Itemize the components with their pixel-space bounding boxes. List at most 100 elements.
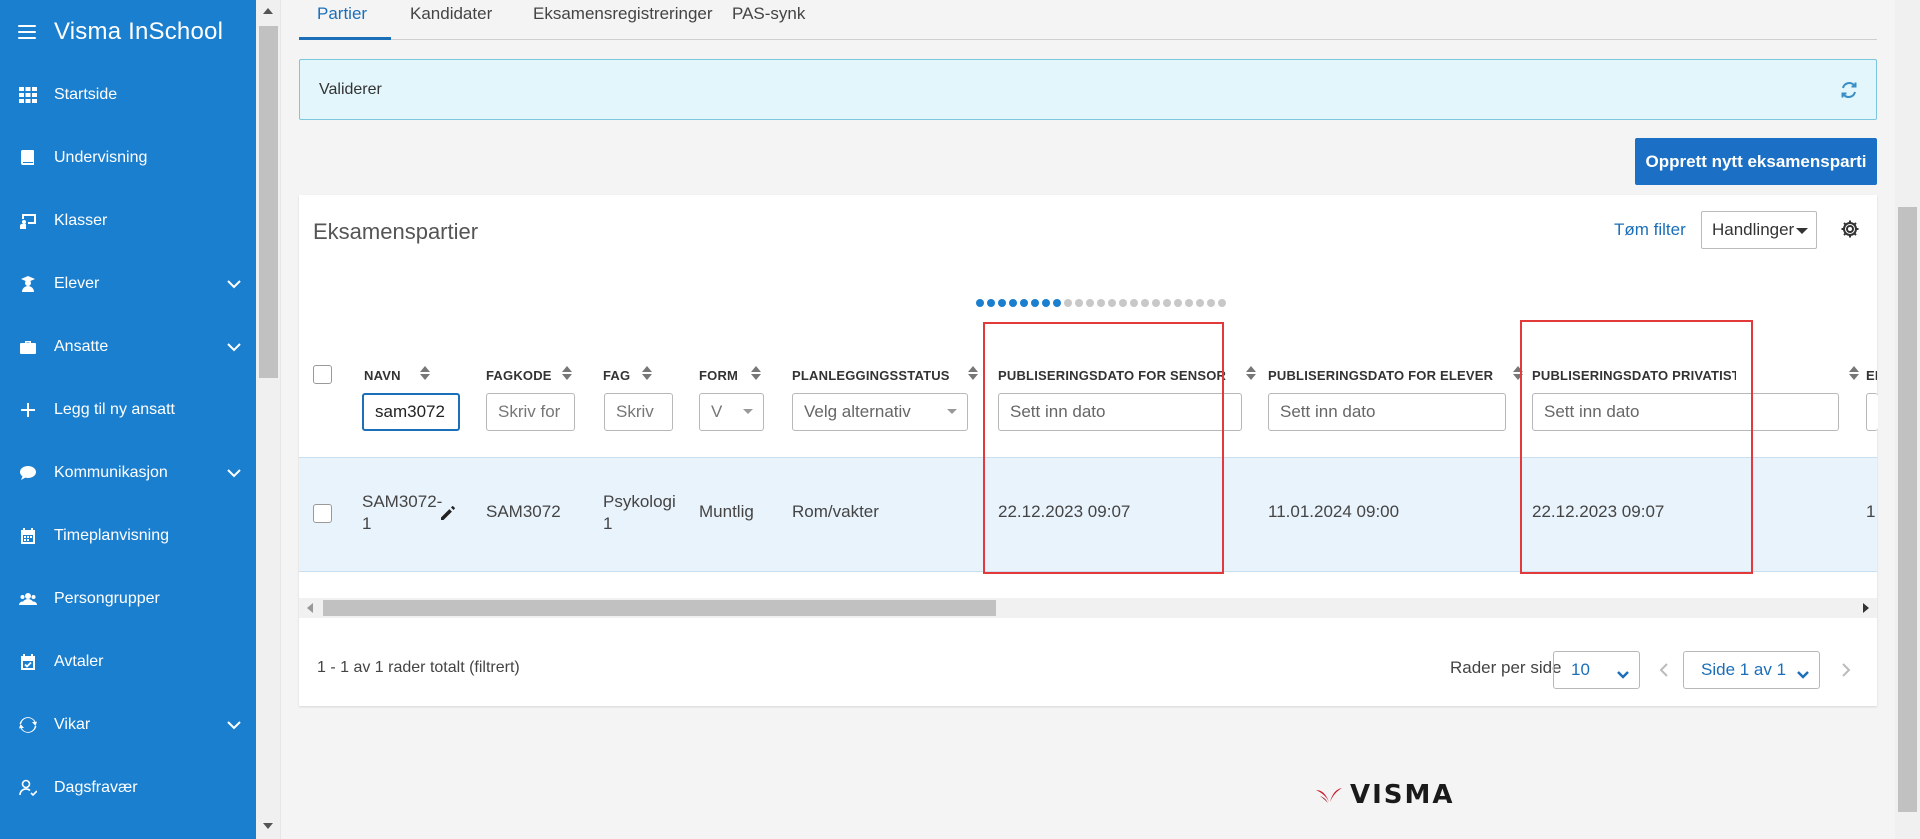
column-header-publiseringsdato-privatist[interactable]: PUBLISERINGSDATO PRIVATIST: [1532, 368, 1736, 383]
chevron-down-icon[interactable]: [226, 465, 242, 481]
sidebar-item-kommunikasjon[interactable]: Kommunikasjon: [0, 453, 256, 493]
horizontal-scrollbar[interactable]: [299, 598, 1877, 618]
sidebar-header: Visma InSchool: [0, 0, 256, 64]
filter-elever-date-input[interactable]: Sett inn dato: [1268, 393, 1506, 431]
tab-eksamensregistreringer[interactable]: Eksamensregistreringer: [533, 0, 713, 40]
column-header-form[interactable]: FORM: [699, 368, 738, 383]
column-header-fagkode[interactable]: FAGKODE: [486, 368, 552, 383]
scrollbar-thumb[interactable]: [259, 26, 278, 378]
pager-dot[interactable]: [1009, 299, 1017, 307]
filter-fagkode-input[interactable]: Skriv for: [486, 393, 575, 431]
filter-fag-input[interactable]: Skriv: [604, 393, 673, 431]
sort-icon[interactable]: [1246, 365, 1256, 381]
pager-dot[interactable]: [1097, 299, 1105, 307]
sidebar-item-legg-til-ny-ansatt[interactable]: Legg til ny ansatt: [0, 390, 256, 430]
caret-down-icon: [1796, 228, 1808, 234]
sidebar-item-klasser[interactable]: Klasser: [0, 201, 256, 241]
filter-sensor-date-input[interactable]: Sett inn dato: [998, 393, 1242, 431]
pager-dot[interactable]: [1163, 299, 1171, 307]
tab-partier[interactable]: Partier: [299, 0, 391, 40]
sort-icon[interactable]: [751, 365, 761, 381]
previous-page-icon[interactable]: [1657, 662, 1671, 678]
scroll-right-arrow-icon[interactable]: [1863, 603, 1869, 613]
pager-dot[interactable]: [1042, 299, 1050, 307]
sort-icon[interactable]: [642, 365, 652, 381]
pager-dot[interactable]: [1218, 299, 1226, 307]
sidebar-item-undervisning[interactable]: Undervisning: [0, 138, 256, 178]
column-header-navn[interactable]: NAVN: [364, 368, 401, 383]
filter-form-select[interactable]: V: [699, 393, 764, 431]
scroll-up-arrow-icon[interactable]: [263, 8, 273, 14]
pager-dot[interactable]: [1086, 299, 1094, 307]
main-content: Partier Kandidater Eksamensregistreringe…: [282, 0, 1895, 839]
pager-dot[interactable]: [1064, 299, 1072, 307]
filter-status-select[interactable]: Velg alternativ: [792, 393, 968, 431]
actions-dropdown[interactable]: Handlinger: [1701, 211, 1817, 249]
pager-dot[interactable]: [1119, 299, 1127, 307]
sidebar-item-elever[interactable]: Elever: [0, 264, 256, 304]
sidebar-item-timeplanvisning[interactable]: Timeplanvisning: [0, 516, 256, 556]
tab-pas-synk[interactable]: PAS-synk: [732, 0, 805, 40]
pager-dot[interactable]: [1141, 299, 1149, 307]
next-page-icon[interactable]: [1839, 662, 1853, 678]
sort-icon[interactable]: [1849, 365, 1859, 381]
chevron-down-icon[interactable]: [226, 339, 242, 355]
scrollbar-thumb[interactable]: [1898, 207, 1917, 812]
pager-dot[interactable]: [1130, 299, 1138, 307]
page-scrollbar[interactable]: [1895, 0, 1920, 839]
table-row[interactable]: SAM3072- 1 SAM3072 Psykologi 1 Muntlig R…: [299, 457, 1877, 572]
sidebar-item-dagsfravaer[interactable]: Dagsfravær: [0, 768, 256, 808]
sidebar-item-ansatte[interactable]: Ansatte: [0, 327, 256, 367]
select-all-checkbox[interactable]: [313, 365, 332, 384]
refresh-icon[interactable]: [1838, 79, 1860, 101]
page-select[interactable]: Side 1 av 1: [1683, 651, 1820, 689]
gear-icon[interactable]: [1840, 219, 1860, 239]
sidebar-item-vikar[interactable]: Vikar: [0, 705, 256, 745]
rows-per-page-select[interactable]: 10: [1553, 651, 1640, 689]
sidebar-scrollbar[interactable]: [256, 0, 281, 839]
pager-dot[interactable]: [976, 299, 984, 307]
column-header-cut[interactable]: EI: [1866, 368, 1877, 383]
sort-icon[interactable]: [1513, 365, 1523, 381]
app-title[interactable]: Visma InSchool: [54, 18, 223, 46]
chevron-down-icon[interactable]: [226, 717, 242, 733]
hamburger-menu-icon[interactable]: [18, 25, 36, 39]
tab-kandidater[interactable]: Kandidater: [410, 0, 492, 40]
chevron-down-icon[interactable]: [226, 276, 242, 292]
cell-fag: Psykologi 1: [603, 491, 676, 535]
pager-dot[interactable]: [987, 299, 995, 307]
cell-navn-line1: SAM3072-: [362, 492, 443, 511]
column-header-publiseringsdato-elever[interactable]: PUBLISERINGSDATO FOR ELEVER: [1268, 368, 1493, 383]
pager-dot[interactable]: [1020, 299, 1028, 307]
sidebar-item-startside[interactable]: Startside: [0, 75, 256, 115]
create-exam-party-button[interactable]: Opprett nytt eksamensparti: [1635, 138, 1877, 185]
scrollbar-thumb[interactable]: [323, 600, 996, 616]
sidebar-item-persongrupper[interactable]: Persongrupper: [0, 579, 256, 619]
cell-elever-date: 11.01.2024 09:00: [1268, 502, 1400, 521]
pager-dot[interactable]: [1152, 299, 1160, 307]
pager-dot[interactable]: [1174, 299, 1182, 307]
pager-dot[interactable]: [998, 299, 1006, 307]
pager-dot[interactable]: [1185, 299, 1193, 307]
column-header-publiseringsdato-sensor[interactable]: PUBLISERINGSDATO FOR SENSOR: [998, 368, 1226, 383]
sort-icon[interactable]: [562, 365, 572, 381]
column-header-planleggingsstatus[interactable]: PLANLEGGINGSSTATUS: [792, 368, 950, 383]
column-header-fag[interactable]: FAG: [603, 368, 630, 383]
scroll-down-arrow-icon[interactable]: [263, 823, 273, 829]
scroll-left-arrow-icon[interactable]: [307, 603, 313, 613]
clear-filter-link[interactable]: Tøm filter: [1614, 220, 1686, 240]
filter-navn-input[interactable]: sam3072: [362, 393, 460, 431]
pager-dot[interactable]: [1207, 299, 1215, 307]
pager-dot[interactable]: [1075, 299, 1083, 307]
row-checkbox[interactable]: [313, 504, 332, 523]
edit-pencil-icon[interactable]: [439, 504, 457, 522]
pager-dot[interactable]: [1196, 299, 1204, 307]
sort-icon[interactable]: [420, 365, 430, 381]
sidebar-item-avtaler[interactable]: Avtaler: [0, 642, 256, 682]
pager-dot[interactable]: [1031, 299, 1039, 307]
filter-cut-input[interactable]: [1866, 393, 1878, 431]
pager-dot[interactable]: [1108, 299, 1116, 307]
filter-privatist-date-input[interactable]: Sett inn dato: [1532, 393, 1839, 431]
pager-dot[interactable]: [1053, 299, 1061, 307]
sort-icon[interactable]: [968, 365, 978, 381]
